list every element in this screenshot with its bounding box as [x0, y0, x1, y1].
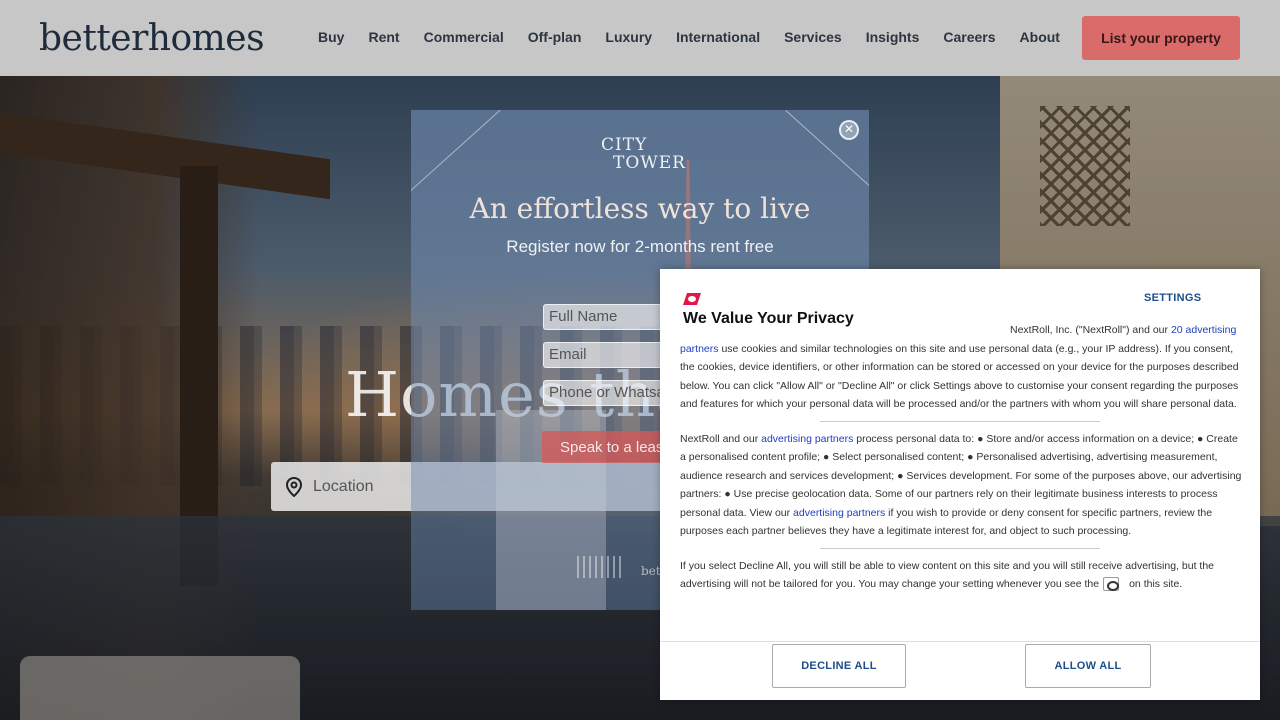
nav-international[interactable]: International	[676, 29, 760, 45]
settings-link[interactable]: SETTINGS	[1144, 292, 1201, 304]
nav-about[interactable]: About	[1020, 29, 1060, 45]
close-icon[interactable]: ✕	[839, 120, 859, 140]
city-tower-logo: CITY TOWER	[601, 136, 686, 172]
advertising-partners-link-2[interactable]: advertising partners	[793, 507, 885, 519]
divider	[820, 420, 1100, 422]
developer-logos: bet	[577, 546, 661, 578]
nav-rent[interactable]: Rent	[368, 29, 399, 45]
nav-off-plan[interactable]: Off-plan	[528, 29, 582, 45]
privacy-paragraph-1: NextRoll, Inc. ("NextRoll") and our 20 a…	[680, 324, 1239, 410]
main-nav: Buy Rent Commercial Off-plan Luxury Inte…	[318, 29, 1084, 45]
privacy-body: NextRoll, Inc. ("NextRoll") and our 20 a…	[680, 321, 1242, 625]
nav-commercial[interactable]: Commercial	[424, 29, 504, 45]
allow-all-button[interactable]: ALLOW ALL	[1025, 644, 1151, 688]
privacy-consent-dialog: We Value Your Privacy SETTINGS NextRoll,…	[660, 269, 1260, 700]
privacy-button-bar: DECLINE ALL ALLOW ALL	[660, 641, 1260, 700]
nav-luxury[interactable]: Luxury	[605, 29, 652, 45]
promo-subheadline: Register now for 2-months rent free	[506, 237, 774, 256]
decline-all-button[interactable]: DECLINE ALL	[772, 644, 906, 688]
brand-line-2: TOWER	[613, 153, 686, 173]
advertising-partners-link[interactable]: advertising partners	[761, 433, 853, 445]
decor-line	[411, 110, 501, 197]
privacy-paragraph-2: NextRoll and our advertising partners pr…	[680, 432, 1242, 538]
privacy-paragraph-3: If you select Decline All, you will stil…	[680, 559, 1215, 592]
site-header: betterhomes Buy Rent Commercial Off-plan…	[0, 0, 1280, 76]
list-your-property-button[interactable]: List your property	[1082, 16, 1240, 60]
decor-line	[785, 110, 869, 192]
betterhomes-mini-logo: bet	[641, 564, 661, 578]
nav-careers[interactable]: Careers	[943, 29, 995, 45]
nav-insights[interactable]: Insights	[866, 29, 920, 45]
nav-services[interactable]: Services	[784, 29, 842, 45]
developer-logo	[577, 556, 621, 578]
privacy-settings-icon[interactable]	[1103, 577, 1120, 592]
divider	[820, 547, 1100, 549]
nextroll-logo-icon	[683, 293, 701, 305]
nav-buy[interactable]: Buy	[318, 29, 344, 45]
brand-line-1: CITY	[601, 135, 648, 155]
promo-headline: An effortless way to live	[469, 192, 811, 225]
betterhomes-logo[interactable]: betterhomes	[39, 18, 265, 59]
location-pin-icon	[285, 476, 303, 497]
